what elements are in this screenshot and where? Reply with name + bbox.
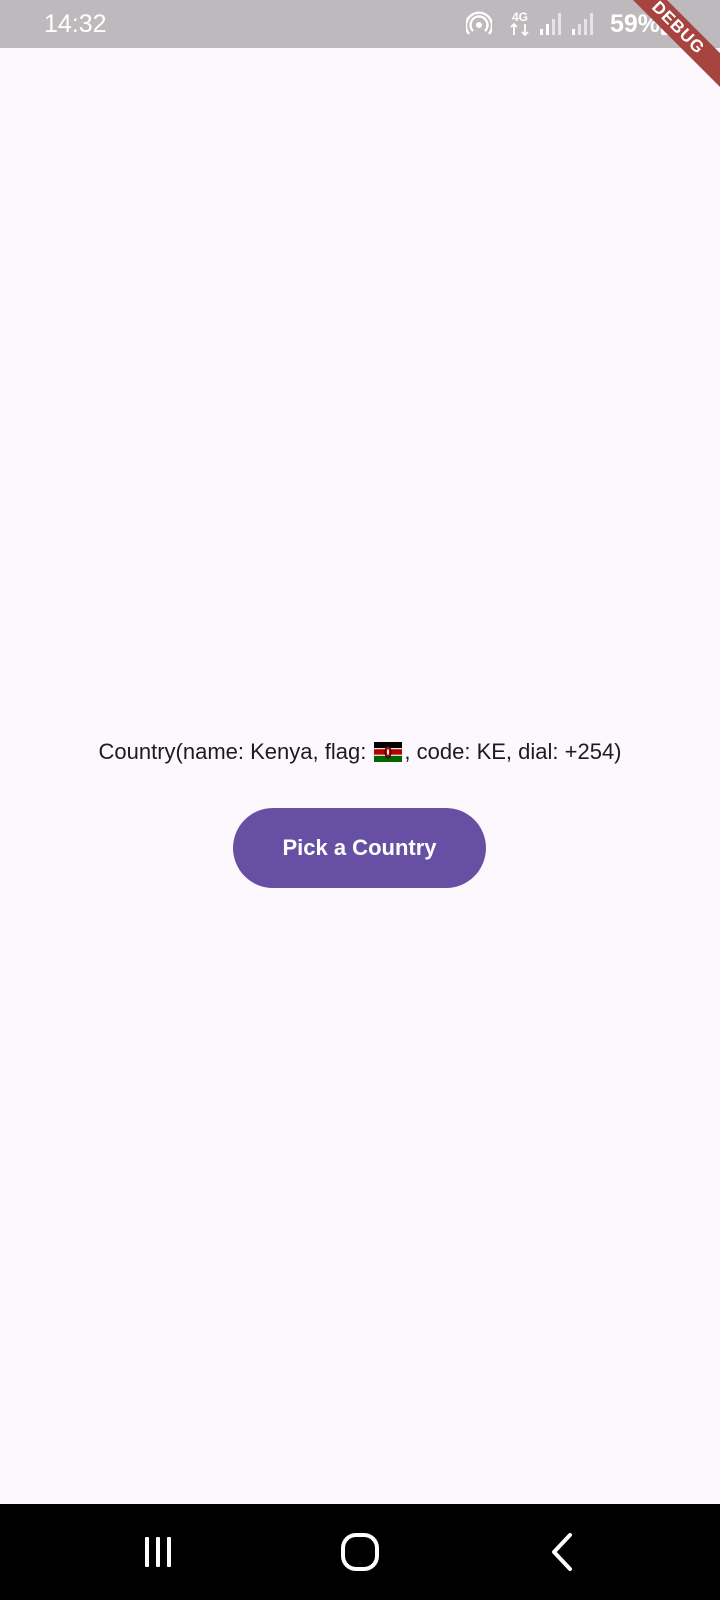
signal-icon <box>540 13 561 35</box>
back-icon <box>552 1533 572 1571</box>
country-text-suffix: , code: KE, dial: +254) <box>404 739 622 764</box>
status-time: 14:32 <box>44 10 107 38</box>
hotspot-icon <box>466 11 492 35</box>
back-button[interactable] <box>522 1524 602 1580</box>
status-bar: 14:32 4G 59% DEBUG <box>0 0 720 94</box>
country-text-prefix: Country(name: Kenya, flag: <box>98 739 373 764</box>
system-nav-bar <box>0 1504 720 1600</box>
signal-icon <box>572 13 593 35</box>
main-content: Country(name: Kenya, flag: , code: KE, d… <box>0 48 720 1504</box>
svg-text:4G: 4G <box>512 10 528 24</box>
recent-apps-icon <box>145 1537 171 1567</box>
recent-apps-button[interactable] <box>118 1524 198 1580</box>
home-button[interactable] <box>320 1524 400 1580</box>
home-icon <box>341 1533 379 1571</box>
selected-country-text: Country(name: Kenya, flag: , code: KE, d… <box>0 738 720 766</box>
kenya-flag-icon <box>374 742 403 762</box>
4g-data-icon: 4G <box>510 10 529 37</box>
pick-country-button[interactable]: Pick a Country <box>233 808 486 888</box>
